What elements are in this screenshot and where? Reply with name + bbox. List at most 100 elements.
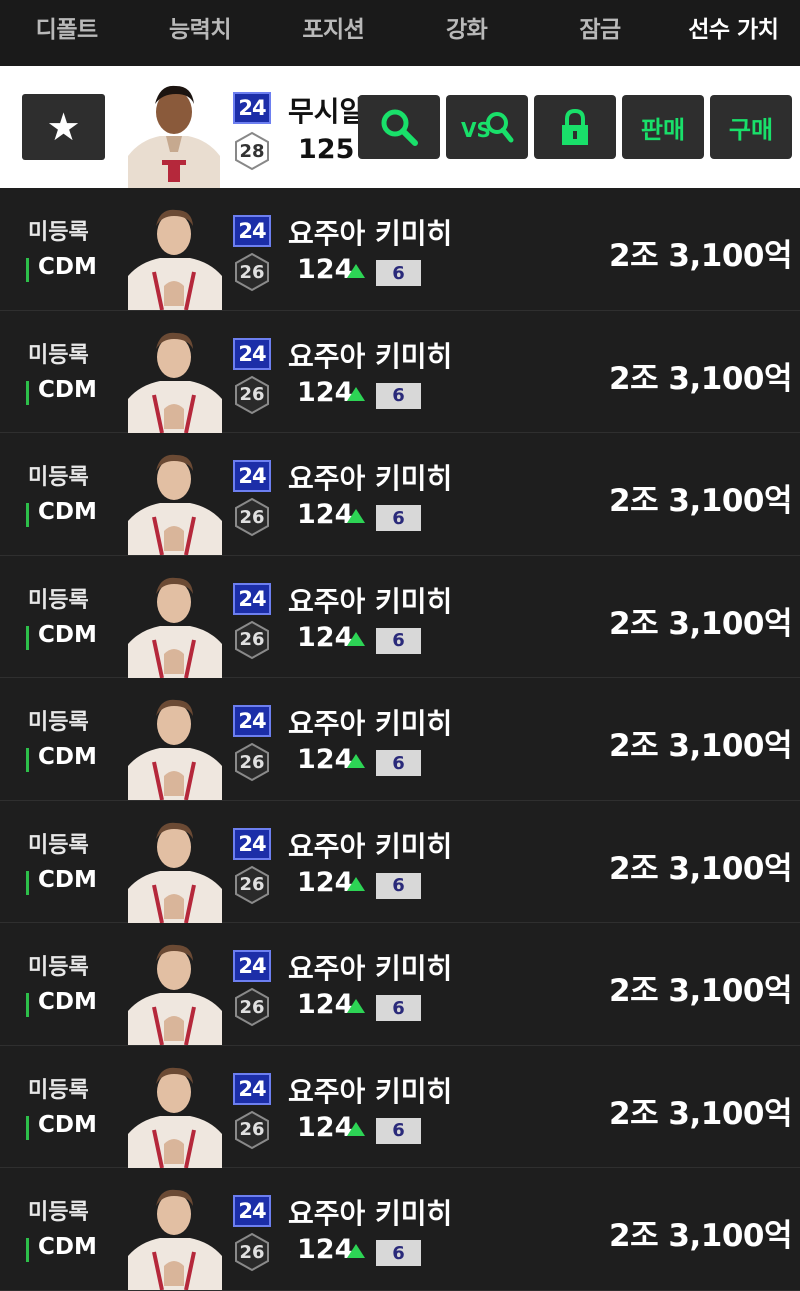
list-item[interactable]: 미등록 CDM 24 26 요주아 키미히 124 6 2조 3,100억 <box>0 678 800 801</box>
tab-position[interactable]: 포지션 <box>267 0 400 44</box>
list-item[interactable]: 미등록 CDM 24 26 요주아 키미히 124 6 2조 3,100억 <box>0 310 800 433</box>
player-ovr: 124 <box>297 254 354 285</box>
favorite-button[interactable]: ★ <box>22 94 105 160</box>
position-bar <box>26 258 29 282</box>
season-badge: 24 <box>233 705 271 737</box>
player-ovr: 124 <box>297 1234 354 1265</box>
player-photo <box>128 1189 222 1290</box>
list-item[interactable]: 미등록 CDM 24 26 요주아 키미히 124 6 2조 3,100억 <box>0 555 800 678</box>
up-arrow-icon <box>347 1121 365 1136</box>
up-arrow-icon <box>347 754 365 768</box>
player-ovr: 124 <box>297 376 354 408</box>
season-badge: 24 <box>233 460 271 492</box>
position-label: CDM <box>38 376 97 403</box>
compare-button[interactable]: VS <box>446 95 528 159</box>
player-photo <box>128 944 222 1045</box>
position-bar <box>26 993 29 1017</box>
player-ovr: 124 <box>297 989 354 1020</box>
player-photo <box>128 1067 222 1168</box>
list-item[interactable]: 미등록 CDM 24 26 요주아 키미히 124 6 2조 3,100억 <box>0 923 800 1046</box>
enhance-level-badge: 6 <box>376 505 421 531</box>
player-name: 요주아 키미히 <box>288 1197 453 1230</box>
pay-badge: 26 <box>233 497 271 537</box>
player-name: 요주아 키미히 <box>288 829 453 863</box>
season-badge: 24 <box>233 950 271 982</box>
tab-lock[interactable]: 잠금 <box>533 0 666 44</box>
player-ovr: 124 <box>297 499 354 530</box>
position-label: CDM <box>38 499 97 525</box>
player-ovr: 125 <box>298 134 355 165</box>
season-badge: 24 <box>233 337 271 370</box>
tab-default[interactable]: 디폴트 <box>0 0 133 44</box>
player-price: 2조 3,100억 <box>609 1095 792 1132</box>
buy-button[interactable]: 구매 <box>710 95 792 159</box>
compare-icon: VS <box>461 112 514 143</box>
player-name: 요주아 키미히 <box>288 584 453 618</box>
player-price: 2조 3,100억 <box>609 850 792 887</box>
lock-button[interactable] <box>534 95 616 159</box>
registration-status: 미등록 <box>28 465 89 490</box>
season-badge: 24 <box>233 215 271 247</box>
position-bar <box>26 870 29 895</box>
enhance-level-badge: 6 <box>376 260 421 286</box>
season-badge: 24 <box>233 582 271 615</box>
player-photo <box>128 822 222 923</box>
list-item[interactable]: 미등록 CDM 24 26 요주아 키미히 124 6 2조 3,100억 <box>0 800 800 923</box>
player-ovr: 124 <box>297 866 354 898</box>
position-bar <box>26 503 29 527</box>
tab-bar: 디폴트 능력치 포지션 강화 잠금 선수 가치 <box>0 0 800 66</box>
season-badge: 24 <box>233 1195 271 1227</box>
position-label: CDM <box>38 744 97 770</box>
pay-badge: 26 <box>233 987 271 1027</box>
position-label: CDM <box>38 989 97 1015</box>
player-ovr: 124 <box>297 621 354 653</box>
pay-badge: 26 <box>233 252 271 292</box>
player-name: 요주아 키미히 <box>288 707 453 740</box>
pay-badge: 26 <box>233 1110 271 1150</box>
pay-badge: 28 <box>233 131 271 171</box>
player-price: 2조 3,100억 <box>609 238 792 274</box>
list-item[interactable]: 미등록 CDM 24 26 요주아 키미히 124 6 2조 3,100억 <box>0 433 800 556</box>
player-price: 2조 3,100억 <box>609 1218 792 1254</box>
player-price: 2조 3,100억 <box>609 973 792 1009</box>
enhance-level-badge: 6 <box>376 1240 421 1266</box>
tab-enhance[interactable]: 강화 <box>400 0 533 44</box>
season-badge: 24 <box>233 1072 271 1105</box>
registration-status: 미등록 <box>28 220 89 245</box>
search-icon <box>381 109 418 146</box>
list-item[interactable]: 미등록 CDM 24 26 요주아 키미히 124 6 2조 3,100억 <box>0 1168 800 1291</box>
registration-status: 미등록 <box>28 587 89 613</box>
player-list: 미등록 CDM 24 26 요주아 키미히 124 6 2조 3,100억 미등… <box>0 188 800 1291</box>
position-bar <box>26 1115 29 1140</box>
position-bar <box>26 1238 29 1262</box>
up-arrow-icon <box>347 876 365 891</box>
enhance-level-badge: 6 <box>376 995 421 1021</box>
list-item[interactable]: 미등록 CDM 24 26 요주아 키미히 124 6 2조 3,100억 <box>0 188 800 311</box>
registration-status: 미등록 <box>28 342 89 368</box>
pay-badge: 26 <box>233 375 271 415</box>
position-label: CDM <box>38 1111 97 1138</box>
list-item[interactable]: 미등록 CDM 24 26 요주아 키미히 124 6 2조 3,100억 <box>0 1045 800 1168</box>
position-bar <box>26 748 29 772</box>
pay-badge: 26 <box>233 742 271 782</box>
player-photo <box>128 85 220 188</box>
player-photo <box>128 577 222 678</box>
lock-icon <box>562 108 588 145</box>
search-button[interactable] <box>358 95 440 159</box>
pay-badge: 26 <box>233 1232 271 1272</box>
player-price: 2조 3,100억 <box>609 728 792 764</box>
tab-stats[interactable]: 능력치 <box>133 0 266 44</box>
position-label: CDM <box>38 254 97 280</box>
enhance-level-badge: 6 <box>376 382 421 409</box>
player-name: 요주아 키미히 <box>288 217 453 250</box>
tab-player-value[interactable]: 선수 가치 <box>667 0 800 44</box>
registration-status: 미등록 <box>28 710 89 735</box>
position-label: CDM <box>38 1234 97 1260</box>
enhance-level-badge: 6 <box>376 750 421 776</box>
player-photo <box>128 699 222 800</box>
enhance-level-badge: 6 <box>376 627 421 654</box>
season-badge: 24 <box>233 92 271 124</box>
sell-button[interactable]: 판매 <box>622 95 704 159</box>
up-arrow-icon <box>347 631 365 646</box>
pay-badge: 26 <box>233 620 271 660</box>
